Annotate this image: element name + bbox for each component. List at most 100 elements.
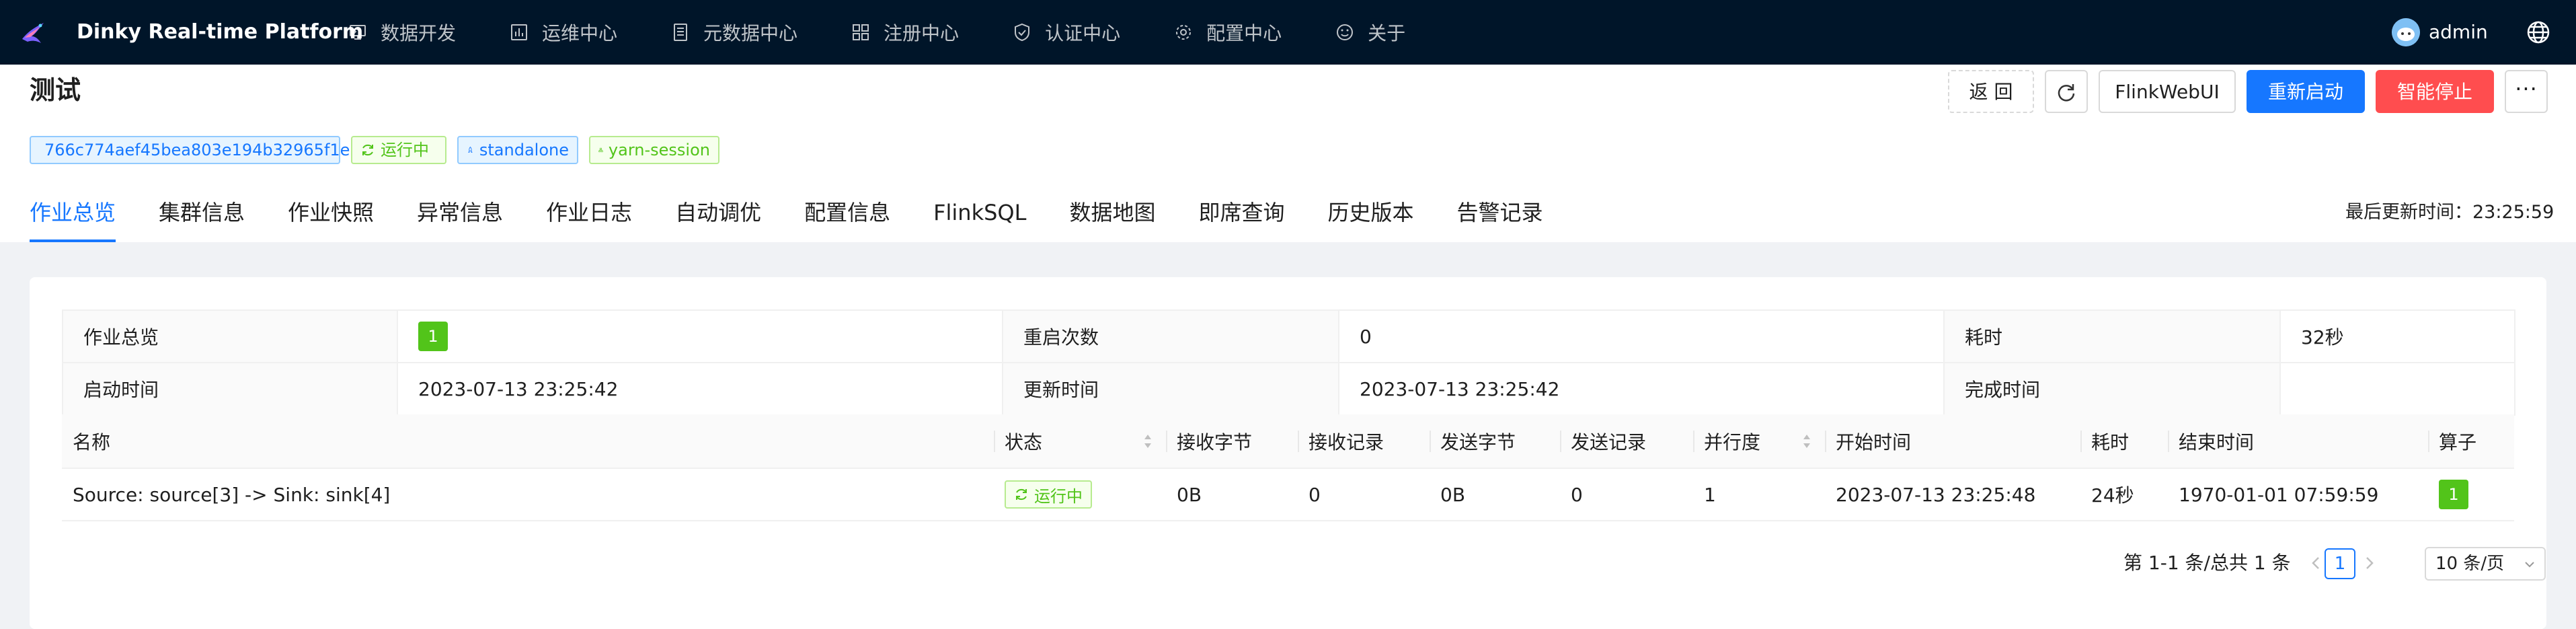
- pagination-total: 第 1-1 条/总共 1 条: [2123, 552, 2291, 574]
- nav-item-registry-center[interactable]: 注册中心: [851, 0, 959, 65]
- tab-exceptions[interactable]: 异常信息: [417, 194, 503, 242]
- brand-title[interactable]: Dinky Real-time Platform: [77, 19, 363, 46]
- nav-item-label: 元数据中心: [703, 22, 798, 44]
- pagination-page-1[interactable]: 1: [2325, 548, 2355, 579]
- desc-label: 完成时间: [1943, 362, 2281, 416]
- column-header-name: 名称: [62, 414, 994, 469]
- nav-item-metadata-center[interactable]: 元数据中心: [671, 0, 797, 65]
- mode-tag: standalone: [457, 136, 578, 164]
- nav-item-data-development[interactable]: 数据开发: [348, 0, 456, 65]
- status-tag: 运行中: [351, 136, 446, 164]
- cluster-text: yarn-session: [608, 141, 710, 159]
- desc-label: 作业总览: [62, 309, 398, 363]
- cell-name: Source: source[3] -> Sink: sink[4]: [62, 468, 994, 521]
- mode-text: standalone: [479, 141, 569, 159]
- tab-job-logs[interactable]: 作业日志: [546, 194, 632, 242]
- nav-item-label: 认证中心: [1045, 22, 1121, 44]
- cluster-icon: [598, 147, 603, 153]
- column-header-recv-bytes: 接收字节: [1166, 414, 1298, 469]
- nav-item-label: 注册中心: [884, 22, 960, 44]
- sync-icon: [362, 144, 373, 156]
- tab-alert-records[interactable]: 告警记录: [1456, 194, 1543, 242]
- nav-item-label: 配置中心: [1206, 22, 1282, 44]
- cell-recv-bytes: 0B: [1166, 468, 1298, 521]
- cell-operators: 1: [2428, 468, 2514, 521]
- smart-stop-button[interactable]: 智能停止: [2376, 70, 2494, 113]
- desc-row: 启动时间 2023-07-13 23:25:42 更新时间 2023-07-13…: [62, 362, 2515, 416]
- column-header-parallelism[interactable]: 并行度: [1693, 414, 1825, 469]
- column-header-status[interactable]: 状态: [994, 414, 1166, 469]
- tab-auto-tuning[interactable]: 自动调优: [675, 194, 761, 242]
- job-id-tag: 766c774aef45bea803e194b32965f1e2: [30, 136, 360, 164]
- desc-value: [2279, 362, 2515, 416]
- tab-job-snapshot[interactable]: 作业快照: [288, 194, 374, 242]
- status-text: 运行中: [381, 141, 429, 159]
- cell-duration: 24秒: [2080, 468, 2168, 521]
- column-header-end-time: 结束时间: [2168, 414, 2428, 469]
- column-header-send-records: 发送记录: [1560, 414, 1693, 469]
- detail-tabs: 作业总览 集群信息 作业快照 异常信息 作业日志 自动调优 配置信息 Flink…: [30, 194, 1586, 242]
- nav-item-label: 数据开发: [381, 22, 457, 44]
- sync-icon: [1016, 488, 1027, 501]
- desc-value: 2023-07-13 23:25:42: [397, 362, 1003, 416]
- operator-count-badge: 1: [2439, 480, 2468, 509]
- column-header-send-bytes: 发送字节: [1430, 414, 1560, 469]
- nav-item-ops-center[interactable]: 运维中心: [510, 0, 617, 65]
- gear-icon: [1174, 23, 1193, 42]
- username[interactable]: admin: [2429, 19, 2488, 46]
- main-menu: 数据开发 运维中心 元数据中心 注册中心 认证中心 配置中心 关于: [348, 0, 1405, 65]
- nav-item-auth-center[interactable]: 认证中心: [1013, 0, 1120, 65]
- desc-value: 32秒: [2279, 309, 2515, 363]
- cell-send-records: 0: [1560, 468, 1693, 521]
- desc-label: 更新时间: [1002, 362, 1339, 416]
- refresh-button[interactable]: [2045, 70, 2088, 113]
- back-button[interactable]: 返 回: [1948, 70, 2034, 113]
- tab-job-overview[interactable]: 作业总览: [30, 194, 116, 242]
- job-overview-descriptions: 作业总览 1 重启次数 0 耗时 32秒 启动时间 2023-07-13 23:…: [62, 309, 2515, 416]
- tab-flinksql[interactable]: FlinkSQL: [933, 194, 1026, 242]
- desc-row: 作业总览 1 重启次数 0 耗时 32秒: [62, 309, 2515, 363]
- tab-data-map[interactable]: 数据地图: [1069, 194, 1155, 242]
- dinky-logo-icon[interactable]: [18, 19, 48, 48]
- page-size-select[interactable]: 10 条/页: [2425, 547, 2546, 581]
- job-overview-card: 作业总览 1 重启次数 0 耗时 32秒 启动时间 2023-07-13 23:…: [30, 277, 2546, 629]
- desc-label: 重启次数: [1002, 309, 1339, 363]
- file-text-icon: [671, 23, 690, 42]
- nav-item-about[interactable]: 关于: [1335, 0, 1405, 65]
- grid-icon: [851, 23, 870, 42]
- status-badge: 运行中: [1005, 480, 1092, 509]
- flink-webui-button[interactable]: FlinkWebUI: [2099, 70, 2236, 113]
- desc-value: 0: [1338, 309, 1945, 363]
- desc-value: 1: [397, 309, 1003, 363]
- top-navbar: Dinky Real-time Platform 数据开发 运维中心 元数据中心…: [0, 0, 2576, 65]
- chevron-down-icon: [2525, 562, 2534, 568]
- restart-button[interactable]: 重新启动: [2247, 70, 2365, 113]
- desc-value: 2023-07-13 23:25:42: [1338, 362, 1945, 416]
- desc-label: 启动时间: [62, 362, 398, 416]
- table-row[interactable]: Source: source[3] -> Sink: sink[4] 运行中 0…: [62, 468, 2514, 521]
- sort-icon[interactable]: [1143, 432, 1153, 451]
- tab-adhoc-query[interactable]: 即席查询: [1198, 194, 1284, 242]
- tab-history-versions[interactable]: 历史版本: [1327, 194, 1413, 242]
- page-header: 测试 返 回 FlinkWebUI 重新启动 智能停止 ··· 766c774a…: [0, 65, 2576, 242]
- language-globe-icon[interactable]: [2526, 20, 2550, 44]
- count-badge: 1: [418, 322, 448, 351]
- job-id-text: 766c774aef45bea803e194b32965f1e2: [44, 141, 360, 159]
- refresh-icon: [2058, 84, 2075, 102]
- nav-item-config-center[interactable]: 配置中心: [1174, 0, 1282, 65]
- cell-parallelism: 1: [1693, 468, 1825, 521]
- cell-start-time: 2023-07-13 23:25:48: [1825, 468, 2080, 521]
- tab-cluster-info[interactable]: 集群信息: [159, 194, 245, 242]
- sort-icon[interactable]: [1802, 432, 1811, 451]
- tab-config-info[interactable]: 配置信息: [804, 194, 890, 242]
- more-actions-button[interactable]: ···: [2505, 70, 2548, 113]
- page-title: 测试: [30, 75, 81, 105]
- user-avatar[interactable]: [2392, 18, 2420, 46]
- cell-send-bytes: 0B: [1430, 468, 1560, 521]
- desc-label: 耗时: [1943, 309, 2281, 363]
- nav-item-label: 运维中心: [542, 22, 618, 44]
- vertices-table: 名称 状态 接收字节 接收记录 发送字节 发送记录 并行度 开始时间 耗时 结束…: [62, 414, 2514, 521]
- column-header-operators: 算子: [2428, 414, 2514, 469]
- chevron-right-icon[interactable]: [2356, 550, 2383, 577]
- monitor-icon: [348, 23, 367, 42]
